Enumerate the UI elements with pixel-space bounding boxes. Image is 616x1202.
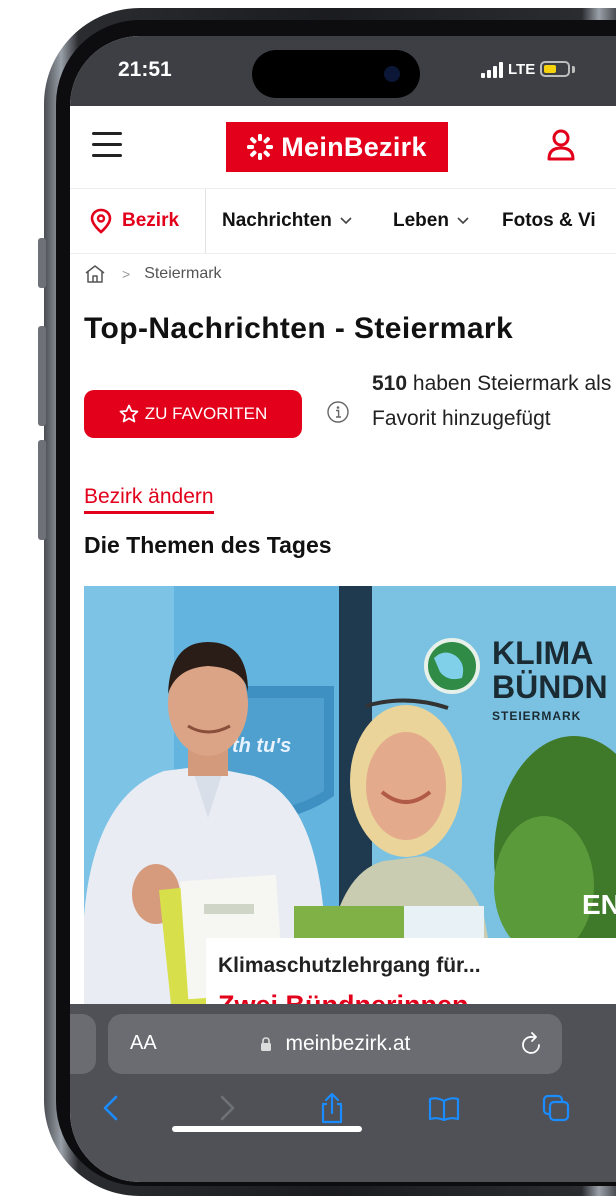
network-label: LTE <box>508 61 536 78</box>
add-favorite-label: ZU FAVORITEN <box>144 404 268 423</box>
star-icon <box>119 404 139 423</box>
status-time: 21:51 <box>118 58 172 81</box>
home-icon[interactable] <box>84 264 106 284</box>
add-favorite-button[interactable]: ZU FAVORITEN <box>84 390 302 438</box>
site-header: MeinBezirk <box>70 106 616 188</box>
battery-cap <box>572 66 575 73</box>
category-nav: Bezirk Nachrichten Leben Fotos & Vi <box>70 188 616 254</box>
nav-bezirk-label: Bezirk <box>122 210 180 231</box>
nav-item-fotos[interactable]: Fotos & Vi <box>502 189 596 253</box>
signal-icon <box>481 62 505 78</box>
favorite-count: 510 <box>372 372 408 395</box>
nav-item-nachrichten[interactable]: Nachrichten <box>222 189 352 253</box>
url-text[interactable]: meinbezirk.at <box>108 1032 562 1056</box>
article-kicker[interactable]: Klimaschutzlehrgang für... <box>218 954 481 978</box>
screen: 21:51 LTE MeinBezirk Bezirk Nachrichten … <box>70 36 616 1182</box>
chevron-down-icon <box>457 217 469 225</box>
logo-mark-icon <box>247 134 274 160</box>
breadcrumb: > Steiermark <box>84 262 222 286</box>
sign-text: th tu's <box>232 735 291 757</box>
back-icon[interactable] <box>96 1092 128 1124</box>
article-hero[interactable]: th tu's KLIMA BÜNDN STEIERMARK EN Klimas… <box>84 586 616 1026</box>
nav-bezirk[interactable]: Bezirk <box>90 189 179 253</box>
poster-line1: KLIMA <box>492 635 593 671</box>
camera-icon <box>384 66 400 82</box>
bookmarks-icon[interactable] <box>428 1092 460 1124</box>
status-bar: 21:51 LTE <box>70 36 616 106</box>
side-button <box>38 326 46 426</box>
battery-icon <box>540 61 570 77</box>
info-icon[interactable] <box>326 400 350 424</box>
previous-tab[interactable] <box>70 1014 96 1074</box>
side-button <box>38 238 46 288</box>
logo-text: MeinBezirk <box>281 131 427 162</box>
home-indicator[interactable] <box>172 1126 362 1132</box>
breadcrumb-separator: > <box>122 266 131 282</box>
section-title: Die Themen des Tages <box>84 532 332 558</box>
lock-icon <box>260 1037 271 1051</box>
reload-icon[interactable] <box>520 1030 544 1056</box>
forward-icon[interactable] <box>210 1092 242 1124</box>
change-district-link[interactable]: Bezirk ändern <box>84 485 214 514</box>
location-pin-icon <box>90 208 112 234</box>
site-logo[interactable]: MeinBezirk <box>226 122 448 172</box>
nav-item-label: Fotos & Vi <box>502 210 596 231</box>
poster-line2: BÜNDN <box>492 669 608 705</box>
nav-item-leben[interactable]: Leben <box>393 189 469 253</box>
breadcrumb-current[interactable]: Steiermark <box>144 265 221 283</box>
favorite-count-text: 510 haben Steiermark als Favorit hinzuge… <box>372 366 612 436</box>
page-title: Top-Nachrichten - Steiermark <box>84 312 514 345</box>
poster-line3: STEIERMARK <box>492 709 581 723</box>
user-icon[interactable] <box>546 128 576 162</box>
tabs-icon[interactable] <box>540 1092 572 1124</box>
side-button <box>38 440 46 540</box>
nav-item-label: Leben <box>393 210 449 231</box>
url-label: meinbezirk.at <box>285 1032 411 1055</box>
address-bar[interactable]: AA meinbezirk.at <box>108 1014 562 1074</box>
menu-icon[interactable] <box>92 132 122 158</box>
nav-divider <box>205 189 206 253</box>
browser-toolbar: AA meinbezirk.at <box>70 1004 616 1182</box>
nav-item-label: Nachrichten <box>222 210 332 231</box>
dynamic-island <box>252 50 420 98</box>
poster-side-text: ENK <box>582 889 616 920</box>
chevron-down-icon <box>340 217 352 225</box>
favorite-count-label: haben Steiermark als Favorit hinzugefügt <box>372 372 612 430</box>
share-icon[interactable] <box>316 1092 348 1124</box>
